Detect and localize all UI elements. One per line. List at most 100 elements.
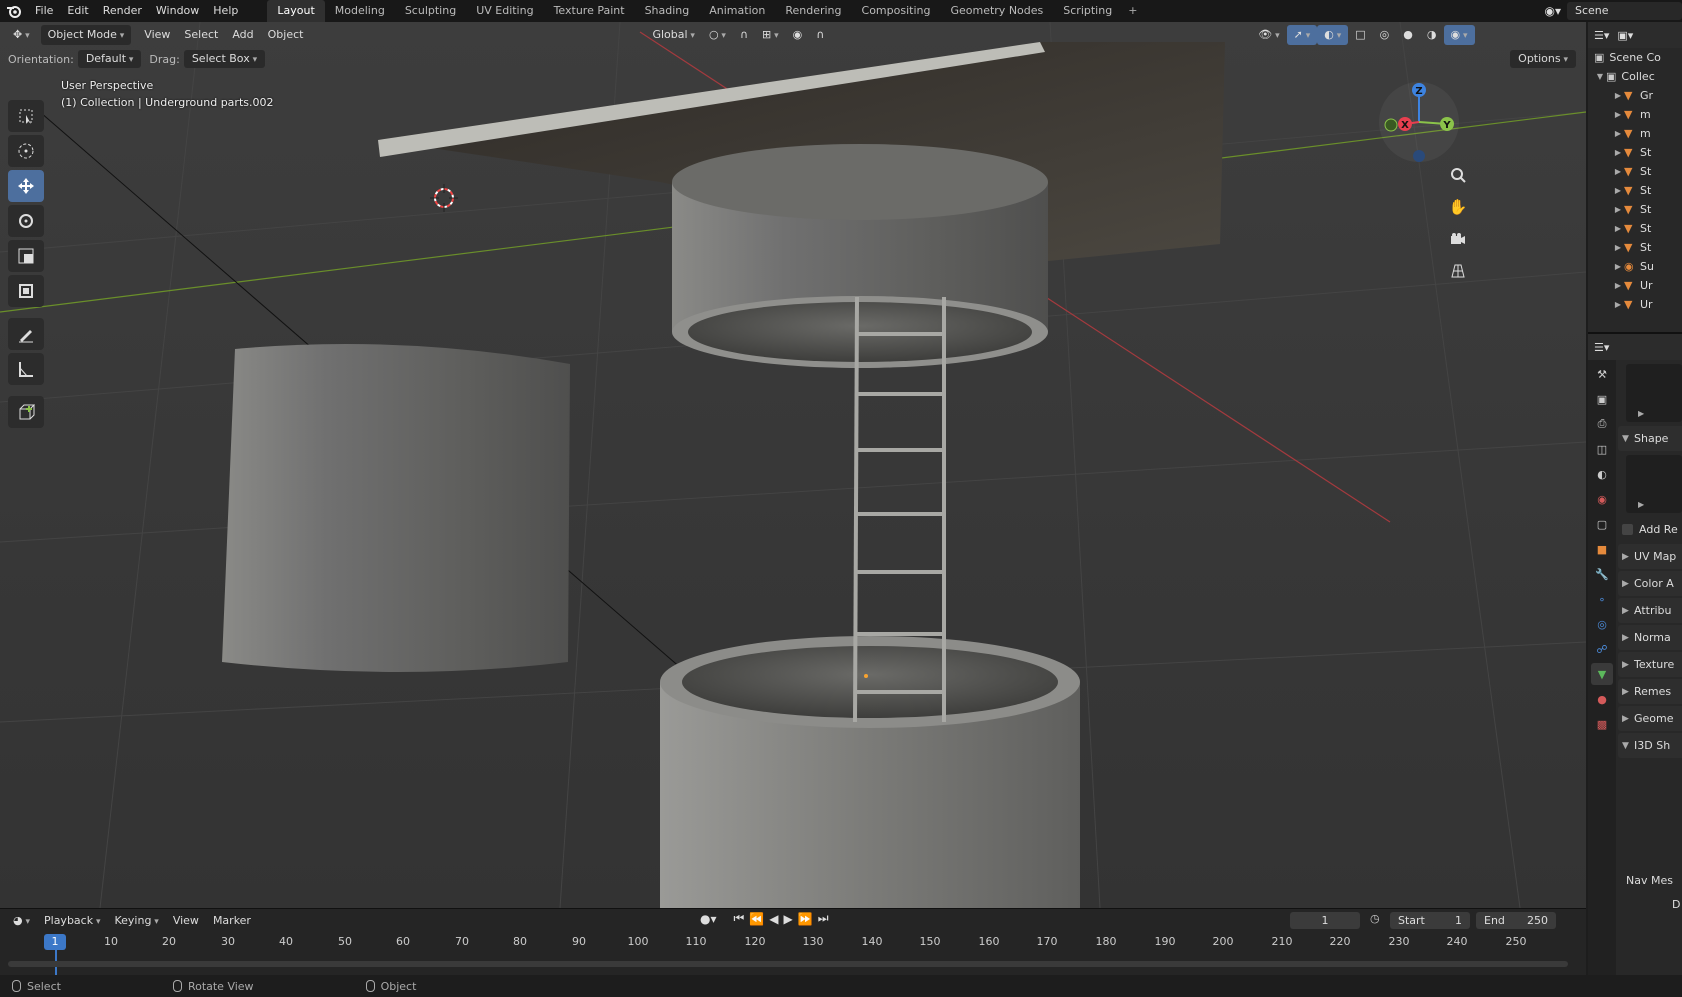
panel-color-attributes[interactable]: ▶ Color A bbox=[1618, 571, 1682, 596]
expand-icon[interactable]: ▶ bbox=[1612, 224, 1624, 233]
current-frame-field[interactable]: 1 bbox=[1290, 912, 1360, 929]
perspective-grid-icon[interactable] bbox=[1445, 258, 1471, 284]
expand-icon[interactable]: ▶ bbox=[1612, 186, 1624, 195]
pan-hand-icon[interactable]: ✋ bbox=[1445, 194, 1471, 220]
list-item[interactable]: ▶ ▼ St bbox=[1588, 200, 1682, 219]
expand-icon[interactable]: ▶ bbox=[1612, 262, 1624, 271]
menu-file[interactable]: File bbox=[28, 0, 60, 22]
tab-compositing[interactable]: Compositing bbox=[852, 0, 941, 22]
scene-name-field[interactable]: Scene bbox=[1567, 2, 1682, 20]
camera-view-icon[interactable] bbox=[1445, 226, 1471, 252]
clock-icon[interactable]: ◷ bbox=[1370, 912, 1380, 925]
display-mode-icon[interactable]: ▣▾ bbox=[1617, 29, 1633, 42]
menu-help[interactable]: Help bbox=[206, 0, 245, 22]
tab-layout[interactable]: Layout bbox=[267, 0, 325, 22]
expand-icon[interactable]: ▶ bbox=[1612, 205, 1624, 214]
panel-texture-space[interactable]: ▶ Texture bbox=[1618, 652, 1682, 677]
list-item[interactable]: ▶ ◉ Su bbox=[1588, 257, 1682, 276]
transform-tool-icon[interactable] bbox=[8, 275, 44, 307]
particles-tab-icon[interactable]: ∘ bbox=[1591, 588, 1613, 610]
snap-icon[interactable]: ∩ bbox=[733, 25, 755, 45]
orientation-dropdown[interactable]: Default bbox=[77, 50, 142, 68]
expand-icon[interactable]: ▶ bbox=[1612, 281, 1624, 290]
list-item[interactable]: ▶ ▼ St bbox=[1588, 219, 1682, 238]
physics-tab-icon[interactable]: ◎ bbox=[1591, 613, 1613, 635]
expand-icon[interactable]: ▶ bbox=[1612, 91, 1624, 100]
timeline-editor-type-icon[interactable]: ◕ bbox=[6, 914, 37, 927]
timeline-scrollbar[interactable] bbox=[8, 961, 1568, 967]
expand-icon[interactable]: ▶ bbox=[1612, 110, 1624, 119]
panel-shape-keys[interactable]: ▼ Shape bbox=[1618, 426, 1682, 451]
panel-remesh[interactable]: ▶ Remes bbox=[1618, 679, 1682, 704]
list-item[interactable]: ▶ ▼ Ur bbox=[1588, 276, 1682, 295]
collection-row[interactable]: ▼ ▣ Collec bbox=[1588, 67, 1682, 86]
rotate-tool-icon[interactable] bbox=[8, 205, 44, 237]
jump-start-icon[interactable]: ⏮ bbox=[734, 911, 745, 926]
panel-attributes[interactable]: ▶ Attribu bbox=[1618, 598, 1682, 623]
tab-sculpting[interactable]: Sculpting bbox=[395, 0, 466, 22]
rendered-shading-icon[interactable]: ◉ bbox=[1443, 25, 1475, 45]
move-tool-icon[interactable] bbox=[8, 170, 44, 202]
object-mode-dropdown[interactable]: Object Mode bbox=[40, 25, 132, 45]
expand-icon[interactable]: ▶ bbox=[1612, 129, 1624, 138]
proportional-edit-icon[interactable]: ◉ bbox=[786, 25, 810, 45]
tab-shading[interactable]: Shading bbox=[635, 0, 700, 22]
shape-keys-list[interactable]: ▶ bbox=[1626, 364, 1682, 422]
tab-rendering[interactable]: Rendering bbox=[775, 0, 851, 22]
expand-icon[interactable]: ▶ bbox=[1612, 243, 1624, 252]
list-item[interactable]: ▶ ▼ St bbox=[1588, 238, 1682, 257]
start-frame-field[interactable]: Start 1 bbox=[1390, 912, 1470, 929]
material-shading-icon[interactable]: ◑ bbox=[1420, 25, 1444, 45]
world-tab-icon[interactable]: ◉ bbox=[1591, 488, 1613, 510]
properties-editor-type-icon[interactable]: ☰▾ bbox=[1594, 341, 1609, 354]
list-item[interactable]: ▶ ▼ St bbox=[1588, 143, 1682, 162]
scene-tab-icon[interactable]: ◐ bbox=[1591, 463, 1613, 485]
panel-uv-maps[interactable]: ▶ UV Map bbox=[1618, 544, 1682, 569]
tool-tab-icon[interactable]: ⚒ bbox=[1591, 363, 1613, 385]
play-icon[interactable]: ▶ bbox=[784, 912, 793, 926]
menu-add[interactable]: Add bbox=[225, 25, 260, 45]
visibility-icon[interactable]: 👁 bbox=[1251, 25, 1286, 45]
xray-icon[interactable]: □ bbox=[1348, 25, 1372, 45]
annotate-tool-icon[interactable] bbox=[8, 318, 44, 350]
list-expand-icon[interactable]: ▶ bbox=[1638, 500, 1644, 509]
menu-timeline-view[interactable]: View bbox=[166, 914, 206, 927]
add-rest-checkbox-row[interactable]: Add Re bbox=[1618, 517, 1682, 542]
menu-edit[interactable]: Edit bbox=[60, 0, 95, 22]
scene-icon[interactable]: ◉▾ bbox=[1545, 4, 1562, 18]
menu-object[interactable]: Object bbox=[261, 25, 311, 45]
tab-modeling[interactable]: Modeling bbox=[325, 0, 395, 22]
tab-uv-editing[interactable]: UV Editing bbox=[466, 0, 543, 22]
texture-tab-icon[interactable]: ▩ bbox=[1591, 713, 1613, 735]
menu-marker[interactable]: Marker bbox=[206, 914, 258, 927]
scale-tool-icon[interactable] bbox=[8, 240, 44, 272]
tab-texture-paint[interactable]: Texture Paint bbox=[544, 0, 635, 22]
blender-logo-icon[interactable] bbox=[0, 0, 28, 22]
list-item[interactable]: ▶ ▼ St bbox=[1588, 181, 1682, 200]
solid-shading-icon[interactable]: ● bbox=[1396, 25, 1420, 45]
add-workspace-button[interactable]: + bbox=[1122, 0, 1143, 22]
collapse-icon[interactable]: ▼ bbox=[1594, 72, 1606, 81]
collection-tab-icon[interactable]: ▢ bbox=[1591, 513, 1613, 535]
next-keyframe-icon[interactable]: ⏩ bbox=[798, 912, 813, 926]
panel-geometry-data[interactable]: ▶ Geome bbox=[1618, 706, 1682, 731]
record-icon[interactable]: ●▾ bbox=[700, 912, 717, 926]
transform-orientation-dropdown[interactable]: Global bbox=[645, 25, 701, 45]
expand-icon[interactable]: ▶ bbox=[1612, 300, 1624, 309]
expand-icon[interactable]: ▶ bbox=[1612, 167, 1624, 176]
shape-list[interactable]: ▶ bbox=[1626, 455, 1682, 513]
menu-render[interactable]: Render bbox=[96, 0, 149, 22]
wireframe-shading-icon[interactable]: ◎ bbox=[1373, 25, 1397, 45]
scene-collection-row[interactable]: ▣ Scene Co bbox=[1588, 48, 1682, 67]
constraints-tab-icon[interactable]: ☍ bbox=[1591, 638, 1613, 660]
object-tab-icon[interactable]: ■ bbox=[1591, 538, 1613, 560]
viewport-scene[interactable] bbox=[0, 22, 1586, 908]
menu-select[interactable]: Select bbox=[177, 25, 225, 45]
jump-end-icon[interactable]: ⏭ bbox=[818, 911, 829, 926]
add-cube-tool-icon[interactable] bbox=[8, 396, 44, 428]
frame-ruler[interactable]: 10 20 30 40 50 60 70 80 90 100 110 120 1… bbox=[0, 931, 1586, 976]
panel-normals[interactable]: ▶ Norma bbox=[1618, 625, 1682, 650]
menu-view[interactable]: View bbox=[137, 25, 177, 45]
pivot-point-icon[interactable]: ○ bbox=[702, 25, 733, 45]
list-item[interactable]: ▶ ▼ Ur bbox=[1588, 295, 1682, 314]
